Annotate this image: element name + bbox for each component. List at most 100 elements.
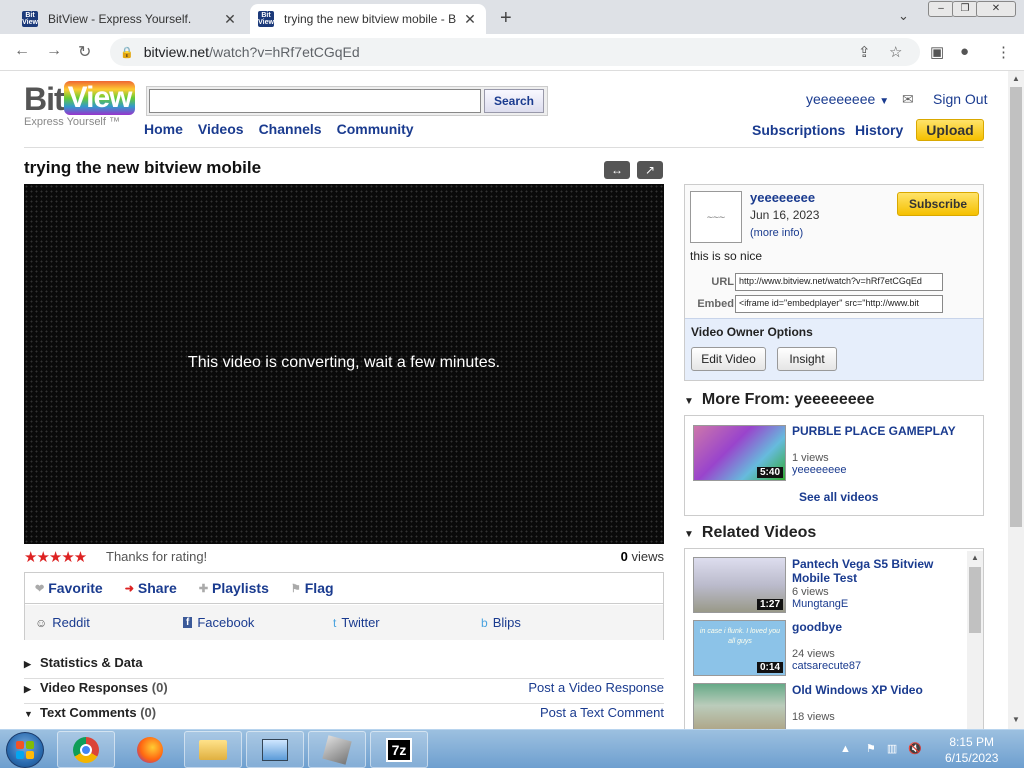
address-bar[interactable]: 🔒 bitview.net/watch?v=hRf7etCGqEd [110,38,920,66]
popout-icon[interactable]: ↗ [637,161,663,179]
playlists-button[interactable]: ✚ Playlists [199,580,269,596]
share-button[interactable]: ➜ Share [125,580,177,596]
show-hidden-icons-icon[interactable]: ▲ [840,743,851,755]
more-info-link[interactable]: (more info) [750,227,803,239]
page-scrollbar[interactable]: ▲ ▼ [1008,71,1024,729]
profile-icon[interactable]: ● [960,43,969,60]
menu-kebab-icon[interactable]: ⋮ [996,43,1011,61]
upload-button[interactable]: Upload [916,119,984,141]
url-field[interactable]: http://www.bitview.net/watch?v=hRf7etCGq… [735,273,943,291]
scroll-up-icon[interactable]: ▲ [1012,74,1020,83]
channel-name-link[interactable]: yeeeeeeee [750,190,815,205]
tab-title: BitView - Express Yourself. [48,12,192,26]
action-center-flag-icon[interactable]: ⚑ [866,743,876,755]
statistics-section[interactable]: ▶ Statistics & Data [24,655,664,679]
tab-search-chevron-icon[interactable]: ⌄ [898,8,909,24]
scroll-thumb[interactable] [969,567,981,633]
video-user-link[interactable]: MungtangE [792,598,848,610]
more-from-heading[interactable]: ▼ More From: yeeeeeeee [684,391,874,409]
firefox-icon[interactable] [121,731,179,768]
post-video-response-link[interactable]: Post a Video Response [528,680,664,695]
control-panel-icon[interactable] [246,731,304,768]
new-tab-icon[interactable]: + [500,7,512,30]
nav-home[interactable]: Home [144,121,183,137]
close-tab-icon[interactable]: ✕ [222,11,238,28]
video-user-link[interactable]: catsarecute87 [792,660,861,672]
insight-button[interactable]: Insight [777,347,837,371]
related-videos-heading[interactable]: ▼ Related Videos [684,524,816,542]
7zip-icon[interactable]: 7z [370,731,428,768]
nav-videos[interactable]: Videos [198,121,244,137]
video-thumbnail[interactable] [693,683,786,729]
video-title-link[interactable]: goodbye [792,620,842,634]
share-twitter-link[interactable]: t Twitter [333,615,380,630]
tab-strip: Bit View BitView - Express Yourself. ✕ B… [0,0,1024,34]
tab-watch-video[interactable]: Bit View trying the new bitview mobile -… [250,4,486,34]
search-button[interactable]: Search [484,89,544,113]
share-icon[interactable]: ⇪ [858,43,871,61]
video-thumbnail[interactable]: 5:40 [693,425,786,481]
text-comments-section[interactable]: ▼ Text Comments (0) Post a Text Comment [24,705,664,729]
subscriptions-link[interactable]: Subscriptions [752,122,845,138]
tagline: Express Yourself ™ [24,116,120,128]
avatar[interactable]: ⁓⁓⁓ [690,191,742,243]
back-icon[interactable]: ← [14,42,30,60]
scroll-thumb[interactable] [1010,87,1022,527]
video-title-link[interactable]: Pantech Vega S5 Bitview Mobile Test [792,557,962,585]
search-input[interactable] [149,89,481,113]
post-text-comment-link[interactable]: Post a Text Comment [540,705,664,720]
star-rating-icon[interactable]: ★★★★★ [24,549,87,566]
network-icon[interactable]: ▥ [887,743,897,755]
close-window-icon[interactable]: ✕ [976,1,1016,17]
video-thumbnail[interactable]: 1:27 [693,557,786,613]
video-thumbnail[interactable]: in case i flunk. I loved you all guys 0:… [693,620,786,676]
favorite-button[interactable]: ❤ Favorite [35,580,103,596]
reload-icon[interactable]: ↻ [78,42,91,62]
forward-icon[interactable]: → [46,42,62,60]
related-scrollbar[interactable]: ▲ [967,551,983,729]
mail-icon[interactable]: ✉ [902,91,914,108]
volume-muted-icon[interactable]: 🔇 [908,743,922,755]
video-responses-section[interactable]: ▶ Video Responses (0) Post a Video Respon… [24,680,664,704]
start-button[interactable] [6,732,44,768]
embed-field[interactable]: <iframe id="embedplayer" src="http://www… [735,295,943,313]
see-all-videos-link[interactable]: See all videos [799,490,878,504]
clock[interactable]: 8:15 PM 6/15/2023 [945,734,998,766]
video-views: 6 views [792,586,829,598]
nav-channels[interactable]: Channels [259,121,322,137]
action-row: ❤ Favorite ➜ Share ✚ Playlists ⚑ Flag [25,573,663,604]
heart-icon: ❤ [35,582,45,595]
tab-bitview-home[interactable]: Bit View BitView - Express Yourself. ✕ [14,4,246,34]
video-title-link[interactable]: Old Windows XP Video [792,683,923,697]
video-views: 18 views [792,711,835,723]
user-menu[interactable]: yeeeeeeee ▼ [806,91,889,107]
video-title-link[interactable]: PURBLE PLACE GAMEPLAY [792,424,956,438]
scroll-up-icon[interactable]: ▲ [971,553,979,562]
restore-icon[interactable]: ❐ [952,1,978,17]
subscribe-button[interactable]: Subscribe [897,192,979,216]
chrome-icon[interactable] [57,731,115,768]
share-blips-link[interactable]: b Blips [481,615,521,630]
video-user-link[interactable]: yeeeeeeee [792,464,846,476]
archive-tool-icon[interactable] [308,731,366,768]
scroll-down-icon[interactable]: ▼ [1012,715,1020,724]
close-tab-icon[interactable]: ✕ [462,11,478,28]
edit-video-button[interactable]: Edit Video [691,347,766,371]
share-reddit-link[interactable]: ☺ Reddit [35,615,90,630]
side-panel-icon[interactable]: ▣ [930,43,944,61]
flag-button[interactable]: ⚑ Flag [291,580,334,596]
sign-out-link[interactable]: Sign Out [933,91,987,107]
bitview-logo[interactable]: Bit View Express Yourself ™ [24,81,136,128]
triangle-down-icon: ▼ [24,709,33,719]
bookmark-star-icon[interactable]: ☆ [889,43,902,61]
facebook-icon: f [183,617,193,628]
history-link[interactable]: History [855,122,903,138]
nav-community[interactable]: Community [337,121,414,137]
system-tray: ▲ ⚑ ▥ 🔇 [840,742,922,755]
minimize-icon[interactable]: – [928,1,954,17]
widen-player-icon[interactable]: ↔ [604,161,630,179]
video-player[interactable]: This video is converting, wait a few min… [24,184,664,544]
file-explorer-icon[interactable] [184,731,242,768]
share-facebook-link[interactable]: f Facebook [183,615,254,630]
header-divider [24,147,984,148]
